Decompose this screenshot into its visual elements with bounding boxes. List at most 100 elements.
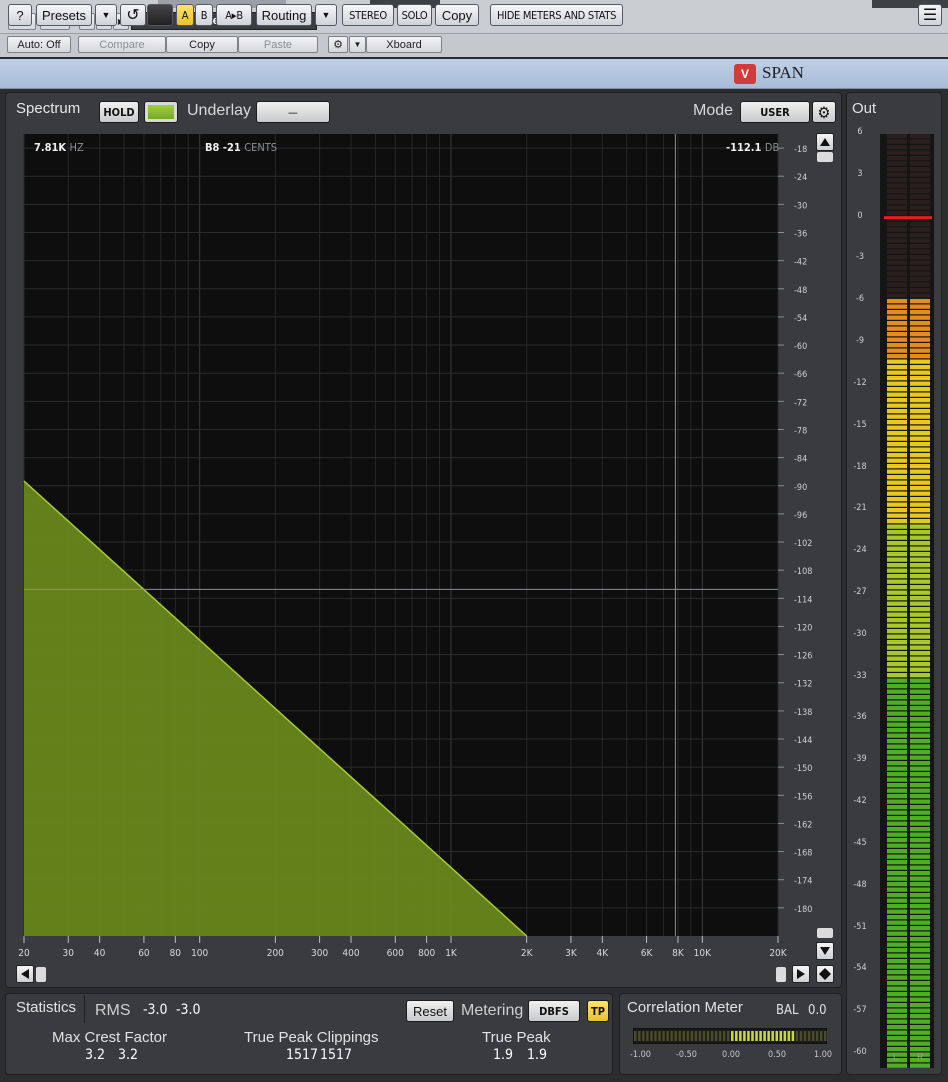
meter-segment-right <box>910 332 930 337</box>
meter-segment-right <box>910 948 930 953</box>
horizontal-scroll-thumb-left[interactable] <box>36 967 46 982</box>
meter-segment-left <box>887 744 907 749</box>
meter-segment-left <box>887 585 907 590</box>
metering-select[interactable]: DBFS <box>528 1000 580 1022</box>
meter-segment-left <box>887 266 907 271</box>
meter-segment-left <box>887 447 907 452</box>
meter-segment-left <box>887 750 907 755</box>
menu-button[interactable]: ☰ <box>918 4 942 26</box>
ab-a-button[interactable]: A <box>176 4 194 26</box>
vertical-scroll-thumb[interactable] <box>817 152 833 162</box>
meter-segment-left <box>887 761 907 766</box>
meter-segment-right <box>910 920 930 925</box>
meter-segment-left <box>887 612 907 617</box>
meter-segment-right <box>910 1047 930 1052</box>
scroll-up-button[interactable] <box>816 133 834 151</box>
meter-segment-left <box>887 134 907 139</box>
stereo-button[interactable]: STEREO <box>342 4 394 26</box>
settings-button[interactable]: ⚙ <box>328 36 348 53</box>
meter-segment-left <box>887 805 907 810</box>
meter-segment-left <box>887 849 907 854</box>
meter-segment-left <box>887 172 907 177</box>
meter-segment-left <box>887 931 907 936</box>
routing-dropdown[interactable]: ▼ <box>315 4 337 26</box>
presets-dropdown[interactable]: ▼ <box>95 4 117 26</box>
horizontal-scroll-thumb-right[interactable] <box>776 967 786 982</box>
correlation-segment <box>819 1031 823 1041</box>
scroll-down-button[interactable] <box>816 942 834 960</box>
meter-segment-left <box>887 854 907 859</box>
meter-segment-left <box>887 656 907 661</box>
meter-segment-left <box>887 981 907 986</box>
spectrum-settings-button[interactable]: ⚙ <box>812 101 836 123</box>
meter-segment-right <box>910 299 930 304</box>
divider <box>84 995 85 1023</box>
redo-button[interactable] <box>147 4 173 26</box>
auto-button[interactable]: Auto: Off <box>7 36 71 53</box>
scroll-right-button[interactable] <box>792 965 810 983</box>
meter-segment-left <box>887 568 907 573</box>
meter-segment-left <box>887 948 907 953</box>
spectrum-plot-area[interactable] <box>24 134 778 936</box>
device-button[interactable]: Xboard <box>366 36 442 53</box>
compare-button[interactable]: Compare <box>78 36 166 53</box>
meter-scale-label: 0 <box>857 210 863 221</box>
meter-segment-right <box>910 882 930 887</box>
meter-segment-right <box>910 453 930 458</box>
ab-b-button[interactable]: B <box>195 4 213 26</box>
meter-segment-left <box>887 211 907 216</box>
presets-button[interactable]: Presets <box>36 4 92 26</box>
meter-segment-right <box>910 145 930 150</box>
meter-segment-left <box>887 519 907 524</box>
meter-segment-left <box>887 458 907 463</box>
meter-segment-left <box>887 194 907 199</box>
meter-segment-right <box>910 167 930 172</box>
spectrum-title: Spectrum <box>16 100 81 117</box>
mode-select[interactable]: USER <box>740 101 810 123</box>
meter-segment-left <box>887 959 907 964</box>
meter-segment-left <box>887 453 907 458</box>
correlation-scale-label: 0.00 <box>722 1050 741 1060</box>
hide-meters-button[interactable]: HIDE METERS AND STATS <box>490 4 623 26</box>
help-button[interactable]: ? <box>8 4 32 26</box>
meter-scale-label: -57 <box>853 1005 867 1016</box>
triangle-left-icon <box>21 969 29 979</box>
meter-segment-right <box>910 519 930 524</box>
zoom-reset-button[interactable] <box>816 965 834 983</box>
meter-segment-left <box>887 640 907 645</box>
meter-segment-right <box>910 183 930 188</box>
correlation-segment <box>755 1031 758 1041</box>
copy-button[interactable]: Copy <box>435 4 479 26</box>
paste-button[interactable]: Paste <box>238 36 318 53</box>
hold-led-toggle[interactable] <box>144 101 178 123</box>
reset-button[interactable]: Reset <box>406 1000 454 1022</box>
hold-button[interactable]: HOLD <box>99 101 139 123</box>
correlation-segment <box>658 1031 661 1041</box>
meter-segment-left <box>887 293 907 298</box>
ab-copy-button[interactable]: A▸B <box>216 4 252 26</box>
underlay-select[interactable]: — <box>256 101 330 123</box>
vertical-scroll-thumb-bottom[interactable] <box>817 928 833 938</box>
meter-segment-right <box>910 678 930 683</box>
copy-host-button[interactable]: Copy <box>166 36 238 53</box>
meter-segment-right <box>910 601 930 606</box>
scroll-left-button[interactable] <box>16 965 34 983</box>
meter-segment-right <box>910 645 930 650</box>
solo-button[interactable]: SOLO <box>397 4 432 26</box>
true-peak-toggle[interactable]: TP <box>587 1000 609 1022</box>
meter-segment-right <box>910 706 930 711</box>
correlation-meter-bars <box>634 1031 827 1041</box>
meter-segment-right <box>910 304 930 309</box>
meter-segment-right <box>910 205 930 210</box>
routing-button[interactable]: Routing <box>256 4 312 26</box>
meter-segment-right <box>910 629 930 634</box>
undo-button[interactable]: ↺ <box>120 4 146 26</box>
balance-label: BAL <box>776 1003 799 1018</box>
meter-segment-left <box>887 986 907 991</box>
settings-dropdown[interactable]: ▼ <box>349 36 366 53</box>
meter-segment-left <box>887 233 907 238</box>
product-title: SPAN <box>762 63 804 82</box>
meter-segment-left <box>887 326 907 331</box>
meter-segment-left <box>887 392 907 397</box>
meter-segment-right <box>910 233 930 238</box>
